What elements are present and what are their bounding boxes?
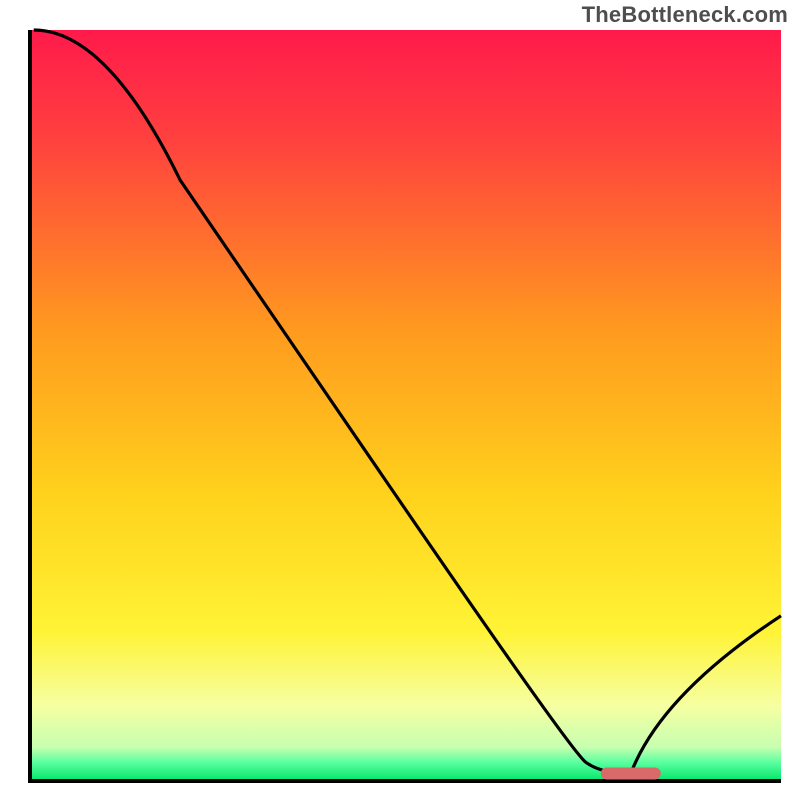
chart-svg bbox=[0, 0, 800, 800]
sweet-spot-marker bbox=[601, 767, 661, 779]
plot-background bbox=[30, 30, 781, 781]
chart-stage: TheBottleneck.com bbox=[0, 0, 800, 800]
watermark-text: TheBottleneck.com bbox=[582, 2, 788, 28]
